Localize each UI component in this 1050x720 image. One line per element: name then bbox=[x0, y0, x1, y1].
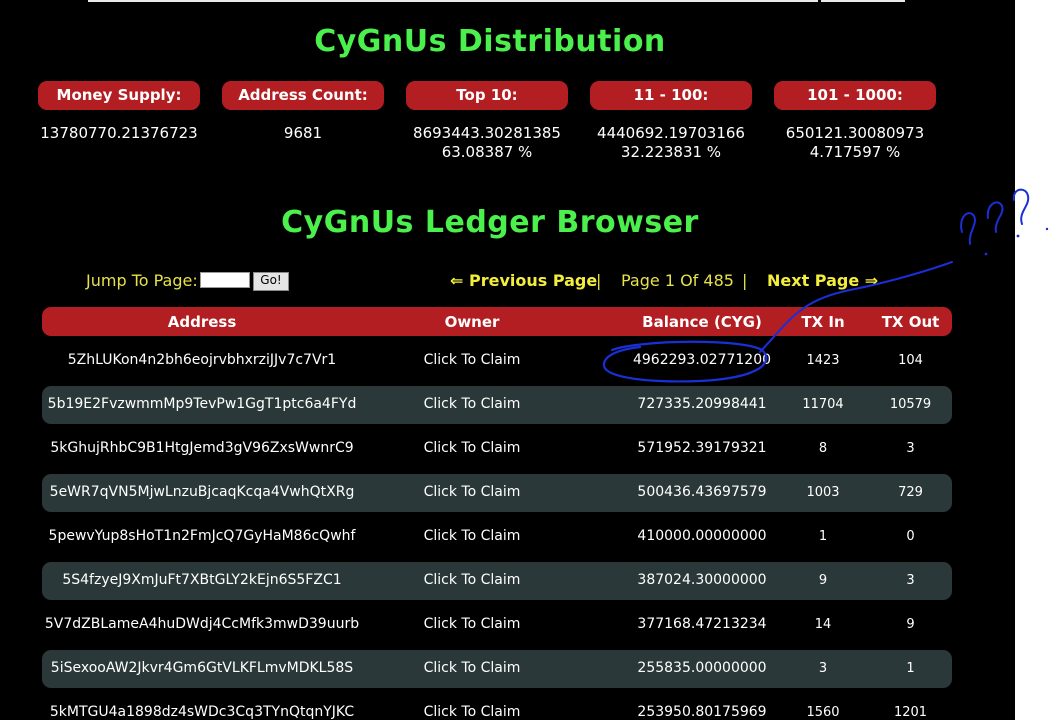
stat-percent: 63.08387 % bbox=[441, 143, 533, 161]
page-info: Page 1 Of 485 bbox=[621, 271, 734, 290]
stat-money-supply: Money Supply: 13780770.21376723 bbox=[38, 81, 200, 143]
stat-address-count: Address Count: 9681 bbox=[222, 81, 384, 143]
jump-to-page-input[interactable] bbox=[200, 272, 250, 288]
table-row: 5ZhLUKon4n2bh6eojrvbhxrziJJv7c7Vr1 Click… bbox=[42, 342, 952, 380]
balance-value: 500436.43697579 bbox=[637, 484, 767, 500]
table-row: 5b19E2FvzwmmMp9TevPw1GgT1ptc6a4FYd Click… bbox=[42, 386, 952, 424]
stat-label: 101 - 1000: bbox=[774, 81, 936, 110]
tx-in-value: 1423 bbox=[806, 353, 840, 368]
stat-value: 13780770.21376723 bbox=[40, 124, 198, 142]
address-link[interactable]: 5V7dZBLameA4huDWdj4CcMfk3mwD39uurb bbox=[42, 616, 362, 632]
table-row: 5iSexooAW2Jkvr4Gm6GtVLKFLmvMDKL58S Click… bbox=[42, 650, 952, 688]
header-tx-out: TX Out bbox=[881, 313, 940, 331]
tx-in-value: 1560 bbox=[806, 705, 840, 720]
next-page-link[interactable]: Next Page ⇒ bbox=[767, 271, 878, 290]
claim-link[interactable]: Click To Claim bbox=[362, 396, 582, 412]
stat-percent: 32.223831 % bbox=[620, 143, 722, 161]
table-row: 5kMTGU4a1898dz4sWDc3Cq3TYnQtqnYJKC Click… bbox=[42, 694, 952, 720]
balance-value: 253950.80175969 bbox=[637, 704, 767, 720]
claim-link[interactable]: Click To Claim bbox=[362, 352, 582, 368]
balance-value: 727335.20998441 bbox=[637, 396, 767, 412]
claim-link[interactable]: Click To Claim bbox=[362, 616, 582, 632]
table-row: 5kGhujRhbC9B1HtgJemd3gV96ZxsWwnrC9 Click… bbox=[42, 430, 952, 468]
balance-value: 387024.30000000 bbox=[637, 572, 767, 588]
balance-value: 410000.00000000 bbox=[637, 528, 767, 544]
claim-link[interactable]: Click To Claim bbox=[362, 484, 582, 500]
ledger-title: CyGnUs Ledger Browser bbox=[281, 205, 699, 240]
claim-link[interactable]: Click To Claim bbox=[362, 660, 582, 676]
pager: Jump To Page: Go! ⇐ Previous Page | Page… bbox=[0, 270, 1000, 292]
jump-to-page-label: Jump To Page: bbox=[86, 271, 198, 290]
stat-101-1000: 101 - 1000: 650121.30080973 4.717597 % bbox=[774, 81, 936, 162]
question-mark-dot bbox=[1045, 227, 1049, 231]
balance-value: 571952.39179321 bbox=[637, 440, 767, 456]
ledger-table: Address Owner Balance (CYG) TX In TX Out… bbox=[42, 307, 952, 720]
address-link[interactable]: 5eWR7qVN5MjwLnzuBjcaqKcqa4VwhQtXRg bbox=[42, 484, 362, 500]
tx-in-value: 1003 bbox=[806, 485, 840, 500]
tx-out-value: 9 bbox=[906, 617, 915, 632]
tx-in-value: 8 bbox=[818, 441, 828, 456]
previous-page-link[interactable]: ⇐ Previous Page bbox=[450, 271, 597, 290]
balance-value: 4962293.02771200 bbox=[632, 352, 772, 368]
stat-value: 8693443.30281385 bbox=[413, 124, 561, 142]
header-address: Address bbox=[167, 313, 237, 331]
address-link[interactable]: 5ZhLUKon4n2bh6eojrvbhxrziJJv7c7Vr1 bbox=[42, 352, 362, 368]
tx-out-value: 0 bbox=[906, 529, 915, 544]
tx-in-value: 3 bbox=[818, 661, 828, 676]
header-owner: Owner bbox=[444, 313, 500, 331]
balance-value: 255835.00000000 bbox=[637, 660, 767, 676]
page: CyGnUs Distribution Money Supply: 137807… bbox=[0, 0, 1015, 720]
tx-out-value: 1201 bbox=[893, 705, 928, 720]
tx-out-value: 3 bbox=[906, 441, 915, 456]
table-header: Address Owner Balance (CYG) TX In TX Out bbox=[42, 307, 952, 336]
table-row: 5pewvYup8sHoT1n2FmJcQ7GyHaM86cQwhf Click… bbox=[42, 518, 952, 556]
stat-value: 9681 bbox=[283, 124, 323, 142]
table-row: 5eWR7qVN5MjwLnzuBjcaqKcqa4VwhQtXRg Click… bbox=[42, 474, 952, 512]
question-mark-stroke bbox=[1012, 188, 1030, 225]
tx-in-value: 14 bbox=[814, 617, 832, 632]
address-link[interactable]: 5kGhujRhbC9B1HtgJemd3gV96ZxsWwnrC9 bbox=[42, 440, 362, 456]
question-mark-dot bbox=[1016, 234, 1020, 238]
address-link[interactable]: 5kMTGU4a1898dz4sWDc3Cq3TYnQtqnYJKC bbox=[42, 704, 362, 720]
claim-link[interactable]: Click To Claim bbox=[362, 528, 582, 544]
header-tx-in: TX In bbox=[801, 313, 845, 331]
tx-out-value: 3 bbox=[906, 573, 915, 588]
stat-label: Money Supply: bbox=[38, 81, 200, 110]
stat-value: 650121.30080973 bbox=[785, 124, 925, 142]
stat-value: 4440692.19703166 bbox=[597, 124, 745, 142]
distribution-title: CyGnUs Distribution bbox=[314, 24, 666, 59]
stat-label: Top 10: bbox=[406, 81, 568, 110]
table-row: 5V7dZBLameA4huDWdj4CcMfk3mwD39uurb Click… bbox=[42, 606, 952, 644]
tx-in-value: 9 bbox=[818, 573, 828, 588]
address-link[interactable]: 5pewvYup8sHoT1n2FmJcQ7GyHaM86cQwhf bbox=[42, 528, 362, 544]
header-balance: Balance (CYG) bbox=[642, 313, 762, 331]
claim-link[interactable]: Click To Claim bbox=[362, 704, 582, 720]
top-divider-gap bbox=[818, 0, 821, 2]
tx-out-value: 104 bbox=[898, 353, 923, 368]
tx-out-value: 10579 bbox=[889, 397, 932, 412]
address-link[interactable]: 5S4fzyeJ9XmJuFt7XBtGLY2kEjn6S5FZC1 bbox=[42, 572, 362, 588]
stat-11-100: 11 - 100: 4440692.19703166 32.223831 % bbox=[590, 81, 752, 162]
tx-out-value: 1 bbox=[906, 661, 915, 676]
pager-separator: | bbox=[596, 271, 602, 290]
stat-percent: 4.717597 % bbox=[809, 143, 901, 161]
stat-label: Address Count: bbox=[222, 81, 384, 110]
table-row: 5S4fzyeJ9XmJuFt7XBtGLY2kEjn6S5FZC1 Click… bbox=[42, 562, 952, 600]
stat-label: 11 - 100: bbox=[590, 81, 752, 110]
tx-in-value: 1 bbox=[818, 529, 828, 544]
claim-link[interactable]: Click To Claim bbox=[362, 572, 582, 588]
address-link[interactable]: 5iSexooAW2Jkvr4Gm6GtVLKFLmvMDKL58S bbox=[42, 660, 362, 676]
pager-separator: | bbox=[742, 271, 748, 290]
address-link[interactable]: 5b19E2FvzwmmMp9TevPw1GgT1ptc6a4FYd bbox=[42, 396, 362, 412]
tx-out-value: 729 bbox=[898, 485, 923, 500]
top-divider bbox=[88, 0, 905, 2]
balance-value: 377168.47213234 bbox=[637, 616, 767, 632]
claim-link[interactable]: Click To Claim bbox=[362, 440, 582, 456]
tx-in-value: 11704 bbox=[802, 397, 844, 412]
go-button[interactable]: Go! bbox=[253, 272, 289, 291]
stat-top-10: Top 10: 8693443.30281385 63.08387 % bbox=[406, 81, 568, 162]
